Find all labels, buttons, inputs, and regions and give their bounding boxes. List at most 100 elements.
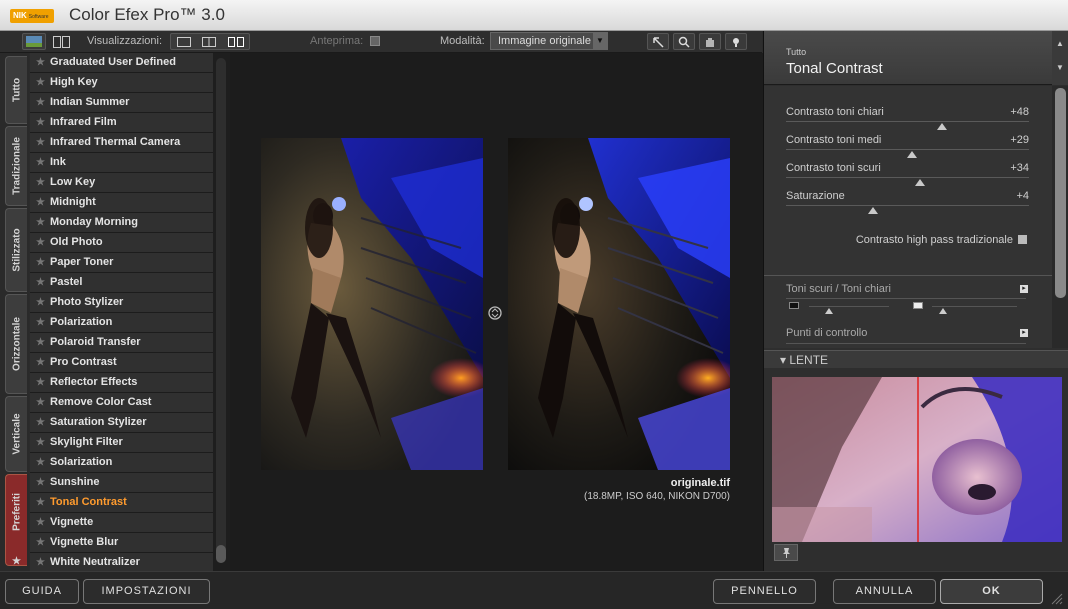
checkbox-box[interactable] [1018, 235, 1027, 244]
filter-item[interactable]: ★ Vignette Blur [30, 533, 213, 553]
arrow-tool-button[interactable] [647, 33, 669, 50]
tab-orizzontale[interactable]: Orizzontale [5, 294, 27, 394]
filter-item[interactable]: ★ Polaroid Transfer [30, 333, 213, 353]
filter-item[interactable]: ★ Paper Toner [30, 253, 213, 273]
favorite-star-icon[interactable]: ★ [36, 313, 45, 332]
favorite-star-icon[interactable]: ★ [36, 113, 45, 132]
mode-select[interactable]: Immagine originale ▼ [490, 32, 608, 50]
filter-item[interactable]: ★ Skylight Filter [30, 433, 213, 453]
filter-item[interactable]: ★ Monday Morning [30, 213, 213, 233]
impostazioni-button[interactable]: IMPOSTAZIONI [83, 579, 210, 604]
slider-handle[interactable] [868, 207, 879, 214]
filter-item[interactable]: ★ Remove Color Cast [30, 393, 213, 413]
filter-item[interactable]: ★ Ink [30, 153, 213, 173]
favorite-star-icon[interactable]: ★ [36, 413, 45, 432]
slider-2[interactable]: Contrasto toni scuri +34 [786, 162, 1029, 190]
filter-item[interactable]: ★ Midnight [30, 193, 213, 213]
filter-item[interactable]: ★ Pastel [30, 273, 213, 293]
tab-verticale[interactable]: Verticale [5, 396, 27, 472]
favorite-star-icon[interactable]: ★ [36, 133, 45, 152]
slider-track[interactable] [786, 149, 1029, 150]
favorite-star-icon[interactable]: ★ [36, 433, 45, 452]
favorite-star-icon[interactable]: ★ [36, 473, 45, 492]
chevron-down-icon[interactable]: ▼ [1056, 63, 1064, 72]
annulla-button[interactable]: ANNULLA [833, 579, 936, 604]
favorite-star-icon[interactable]: ★ [36, 213, 45, 232]
shadows-track[interactable] [809, 306, 889, 307]
slider-handle[interactable] [907, 151, 918, 158]
favorite-star-icon[interactable]: ★ [36, 233, 45, 252]
favorite-star-icon[interactable]: ★ [36, 293, 45, 312]
favorite-star-icon[interactable]: ★ [36, 153, 45, 172]
filter-item[interactable]: ★ Infrared Film [30, 113, 213, 133]
resize-grip-icon[interactable] [1050, 592, 1064, 606]
filter-item[interactable]: ★ Vignette [30, 513, 213, 533]
expand-arrow-icon[interactable]: ▸ [1020, 285, 1028, 293]
filter-item[interactable]: ★ White Neutralizer [30, 553, 213, 571]
single-view-button[interactable] [22, 33, 46, 50]
favorite-star-icon[interactable]: ★ [36, 453, 45, 472]
slider-handle[interactable] [914, 179, 925, 186]
favorite-star-icon[interactable]: ★ [36, 53, 45, 72]
split-view-button[interactable] [49, 33, 73, 50]
chevron-up-icon[interactable]: ▲ [1056, 39, 1064, 48]
swap-icon[interactable] [488, 306, 502, 320]
filter-item[interactable]: ★ Indian Summer [30, 93, 213, 113]
filter-item[interactable]: ★ Photo Stylizer [30, 293, 213, 313]
filter-item[interactable]: ★ Pro Contrast [30, 353, 213, 373]
pennello-button[interactable]: PENNELLO [713, 579, 816, 604]
settings-scrollbar[interactable] [1052, 86, 1068, 348]
favorite-star-icon[interactable]: ★ [36, 73, 45, 92]
favorite-star-icon[interactable]: ★ [36, 493, 45, 512]
favorite-star-icon[interactable]: ★ [36, 353, 45, 372]
view-single-icon[interactable] [177, 37, 191, 47]
ok-button[interactable]: OK [940, 579, 1043, 604]
filter-item[interactable]: ★ Solarization [30, 453, 213, 473]
favorite-star-icon[interactable]: ★ [36, 333, 45, 352]
favorite-star-icon[interactable]: ★ [36, 553, 45, 571]
filter-item[interactable]: ★ High Key [30, 73, 213, 93]
slider-1[interactable]: Contrasto toni medi +29 [786, 134, 1029, 162]
scroll-thumb[interactable] [216, 545, 226, 563]
favorite-star-icon[interactable]: ★ [36, 173, 45, 192]
filter-item[interactable]: ★ Sunshine [30, 473, 213, 493]
filter-item[interactable]: ★ Tonal Contrast [30, 493, 213, 513]
favorite-star-icon[interactable]: ★ [36, 513, 45, 532]
favorite-star-icon[interactable]: ★ [36, 393, 45, 412]
scroll-thumb[interactable] [1055, 88, 1066, 298]
favorite-star-icon[interactable]: ★ [36, 533, 45, 552]
filter-item[interactable]: ★ Low Key [30, 173, 213, 193]
filter-item[interactable]: ★ Infrared Thermal Camera [30, 133, 213, 153]
tab-preferiti[interactable]: Preferiti ★ [5, 474, 27, 567]
favorite-star-icon[interactable]: ★ [36, 273, 45, 292]
slider-track[interactable] [786, 121, 1029, 122]
view-side-by-side-icon[interactable] [228, 37, 244, 47]
slider-handle[interactable] [936, 123, 947, 130]
filter-list-scrollbar[interactable] [213, 53, 230, 571]
slider-0[interactable]: Contrasto toni chiari +48 [786, 106, 1029, 134]
filter-item[interactable]: ★ Old Photo [30, 233, 213, 253]
filter-item[interactable]: ★ Polarization [30, 313, 213, 333]
lens-header[interactable]: ▾ LENTE [764, 350, 1068, 368]
slider-3[interactable]: Saturazione +4 [786, 190, 1029, 218]
favorite-star-icon[interactable]: ★ [36, 93, 45, 112]
expand-arrow-icon[interactable]: ▸ [1020, 329, 1028, 337]
hand-tool-button[interactable] [699, 33, 721, 50]
eyedropper-tool-button[interactable] [725, 33, 747, 50]
after-image[interactable] [508, 138, 730, 470]
guida-button[interactable]: GUIDA [5, 579, 79, 604]
filter-item[interactable]: ★ Reflector Effects [30, 373, 213, 393]
favorite-star-icon[interactable]: ★ [36, 193, 45, 212]
zoom-tool-button[interactable] [673, 33, 695, 50]
filter-item[interactable]: ★ Graduated User Defined [30, 53, 213, 73]
high-pass-checkbox[interactable]: Contrasto high pass tradizionale [856, 234, 1027, 246]
tab-tutto[interactable]: Tutto [5, 56, 27, 124]
before-image[interactable] [261, 138, 483, 470]
tab-stilizzato[interactable]: Stilizzato [5, 208, 27, 292]
favorite-star-icon[interactable]: ★ [36, 373, 45, 392]
filter-item[interactable]: ★ Saturation Stylizer [30, 413, 213, 433]
shadows-handle[interactable] [825, 308, 833, 314]
highlights-track[interactable] [932, 306, 1017, 307]
slider-track[interactable] [786, 205, 1029, 206]
lens-preview[interactable] [772, 377, 1062, 542]
